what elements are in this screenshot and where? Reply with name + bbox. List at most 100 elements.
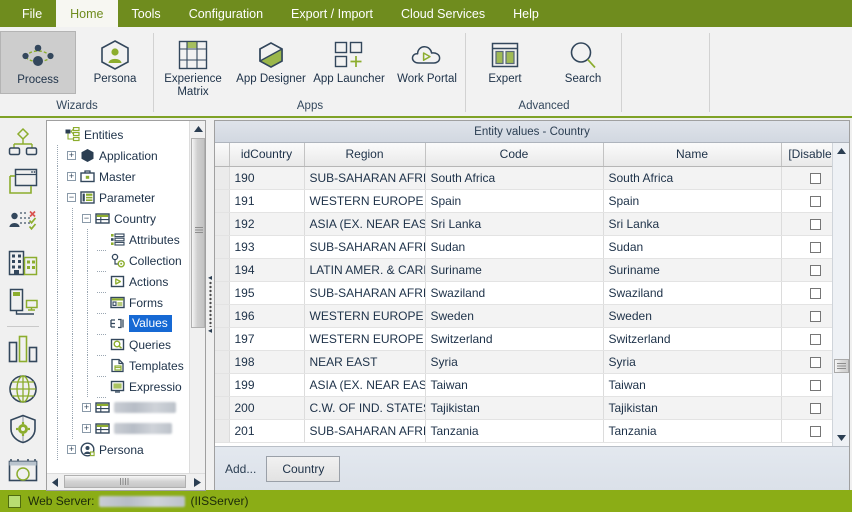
menu-item-export-import[interactable]: Export / Import bbox=[277, 0, 387, 27]
tree-collapse-icon[interactable]: − bbox=[82, 214, 91, 223]
cell-idcountry[interactable]: 193 bbox=[229, 235, 305, 259]
tree-node-parameter[interactable]: − Parameter bbox=[47, 187, 205, 208]
row-selector-cell[interactable] bbox=[215, 235, 230, 259]
cell-region[interactable]: WESTERN EUROPE bbox=[304, 304, 426, 328]
cell-idcountry[interactable]: 197 bbox=[229, 327, 305, 351]
splitter-collapse-down-arrow[interactable]: ◂ bbox=[208, 327, 212, 335]
cell-code[interactable]: Sweden bbox=[425, 304, 604, 328]
cell-disabled[interactable] bbox=[781, 189, 832, 213]
grid-vertical-scrollbar[interactable] bbox=[832, 143, 849, 446]
table-row[interactable]: 200 C.W. OF IND. STATES Tajikistan Tajikist… bbox=[215, 396, 832, 420]
cell-idcountry[interactable]: 196 bbox=[229, 304, 305, 328]
rail-button-globe[interactable] bbox=[8, 370, 38, 410]
row-selector-cell[interactable] bbox=[215, 281, 230, 305]
row-selector-cell[interactable] bbox=[215, 212, 230, 236]
entities-tree[interactable]: Entities + Application + Master − Parameter… bbox=[47, 121, 205, 473]
cell-disabled[interactable] bbox=[781, 350, 832, 374]
tree-expand-icon[interactable]: + bbox=[82, 424, 91, 433]
cell-region[interactable]: SUB-SAHARAN AFRICA bbox=[304, 419, 426, 443]
table-row[interactable]: 194 LATIN AMER. & CARIB Suriname Suriname bbox=[215, 258, 832, 282]
cell-idcountry[interactable]: 191 bbox=[229, 189, 305, 213]
cell-code[interactable]: Tanzania bbox=[425, 419, 604, 443]
cell-idcountry[interactable]: 201 bbox=[229, 419, 305, 443]
cell-name[interactable]: Taiwan bbox=[603, 373, 782, 397]
rail-button-shield-gear[interactable] bbox=[8, 410, 38, 450]
row-selector-cell[interactable] bbox=[215, 350, 230, 374]
row-selector-cell[interactable] bbox=[215, 396, 230, 420]
table-row[interactable]: 193SUB-SAHARAN AFRICASudanSudan bbox=[215, 235, 832, 259]
disabled-checkbox[interactable] bbox=[809, 310, 821, 322]
menu-item-file[interactable]: File bbox=[8, 0, 56, 27]
cell-name[interactable]: Tanzania bbox=[603, 419, 782, 443]
cell-region[interactable]: ASIA (EX. NEAR EAST) bbox=[304, 212, 426, 236]
tree-collapse-icon[interactable]: − bbox=[67, 193, 76, 202]
table-row[interactable]: 197 WESTERN EUROPE Switzerland Switzerland bbox=[215, 327, 832, 351]
rail-button-calendar[interactable] bbox=[8, 450, 38, 490]
tree-expand-icon[interactable]: + bbox=[67, 172, 76, 181]
cell-code[interactable]: Taiwan bbox=[425, 373, 604, 397]
tree-hscrollbar-thumb[interactable] bbox=[64, 475, 186, 488]
cell-idcountry[interactable]: 199 bbox=[229, 373, 305, 397]
grid-scrollbar-thumb[interactable] bbox=[834, 359, 849, 373]
table-row[interactable]: 199ASIA (EX. NEAR EAST)TaiwanTaiwan bbox=[215, 373, 832, 397]
add-value-button[interactable]: Add... bbox=[225, 462, 256, 476]
tree-horizontal-scrollbar[interactable] bbox=[47, 473, 205, 490]
tree-scrollbar-thumb[interactable] bbox=[191, 138, 205, 328]
disabled-checkbox[interactable] bbox=[809, 287, 821, 299]
cell-region[interactable]: WESTERN EUROPE bbox=[304, 189, 426, 213]
table-row[interactable]: 191 WESTERN EUROPE Spain Spain bbox=[215, 189, 832, 213]
cell-region[interactable]: LATIN AMER. & CARIB bbox=[304, 258, 426, 282]
cell-disabled[interactable] bbox=[781, 281, 832, 305]
cell-name[interactable]: South Africa bbox=[603, 166, 782, 190]
disabled-checkbox[interactable] bbox=[809, 356, 821, 368]
cell-idcountry[interactable]: 190 bbox=[229, 166, 305, 190]
cell-disabled[interactable] bbox=[781, 212, 832, 236]
cell-disabled[interactable] bbox=[781, 419, 832, 443]
cell-region[interactable]: ASIA (EX. NEAR EAST) bbox=[304, 373, 426, 397]
rail-button-forms-window[interactable] bbox=[8, 164, 38, 204]
tree-node-expressio[interactable]: Expressio bbox=[47, 376, 205, 398]
menu-item-cloud-services[interactable]: Cloud Services bbox=[387, 0, 499, 27]
tree-node-actions[interactable]: Actions bbox=[47, 271, 205, 293]
cell-idcountry[interactable]: 192 bbox=[229, 212, 305, 236]
panel-splitter[interactable]: ◂ ◂ bbox=[206, 118, 214, 490]
tree-node-collection[interactable]: Collection bbox=[47, 250, 205, 272]
tree-node-application[interactable]: + Application bbox=[47, 145, 205, 166]
ribbon-button-persona[interactable]: Persona bbox=[76, 31, 154, 86]
ribbon-button-app-launcher[interactable]: App Launcher bbox=[310, 31, 388, 86]
tree-node-persona[interactable]: + Persona bbox=[47, 439, 205, 460]
cell-region[interactable]: SUB-SAHARAN AFRICA bbox=[304, 281, 426, 305]
cell-name[interactable]: Sudan bbox=[603, 235, 782, 259]
tree-scroll-up-arrow[interactable] bbox=[190, 121, 205, 137]
table-row[interactable]: 195SUB-SAHARAN AFRICASwazilandSwaziland bbox=[215, 281, 832, 305]
cell-code[interactable]: Switzerland bbox=[425, 327, 604, 351]
disabled-checkbox[interactable] bbox=[809, 195, 821, 207]
tree-scroll-right-arrow[interactable] bbox=[189, 474, 205, 490]
cell-idcountry[interactable]: 195 bbox=[229, 281, 305, 305]
disabled-checkbox[interactable] bbox=[809, 425, 821, 437]
cell-name[interactable]: Sri Lanka bbox=[603, 212, 782, 236]
cell-code[interactable]: Tajikistan bbox=[425, 396, 604, 420]
cell-region[interactable]: SUB-SAHARAN AFRICA bbox=[304, 166, 426, 190]
cell-disabled[interactable] bbox=[781, 396, 832, 420]
ribbon-button-process[interactable]: Process bbox=[0, 31, 76, 94]
cell-name[interactable]: Tajikistan bbox=[603, 396, 782, 420]
cell-disabled[interactable] bbox=[781, 373, 832, 397]
menu-item-tools[interactable]: Tools bbox=[118, 0, 175, 27]
cell-name[interactable]: Spain bbox=[603, 189, 782, 213]
table-row[interactable]: 196 WESTERN EUROPE Sweden Sweden bbox=[215, 304, 832, 328]
cell-name[interactable]: Swaziland bbox=[603, 281, 782, 305]
cell-name[interactable]: Switzerland bbox=[603, 327, 782, 351]
cell-name[interactable]: Suriname bbox=[603, 258, 782, 282]
row-selector-cell[interactable] bbox=[215, 166, 230, 190]
splitter-grip[interactable] bbox=[208, 281, 212, 327]
rail-button-server-device[interactable] bbox=[8, 284, 38, 324]
grid-table-container[interactable]: idCountryRegionCodeName[Disabled] 190SUB… bbox=[215, 143, 832, 446]
rail-button-process-diagram[interactable] bbox=[8, 124, 38, 164]
cell-region[interactable]: C.W. OF IND. STATES bbox=[304, 396, 426, 420]
rail-button-bar-chart[interactable] bbox=[8, 330, 38, 370]
splitter-collapse-up-arrow[interactable]: ◂ bbox=[208, 274, 212, 282]
tree-node-redacted[interactable]: + bbox=[47, 397, 205, 418]
cell-region[interactable]: SUB-SAHARAN AFRICA bbox=[304, 235, 426, 259]
row-selector-cell[interactable] bbox=[215, 373, 230, 397]
